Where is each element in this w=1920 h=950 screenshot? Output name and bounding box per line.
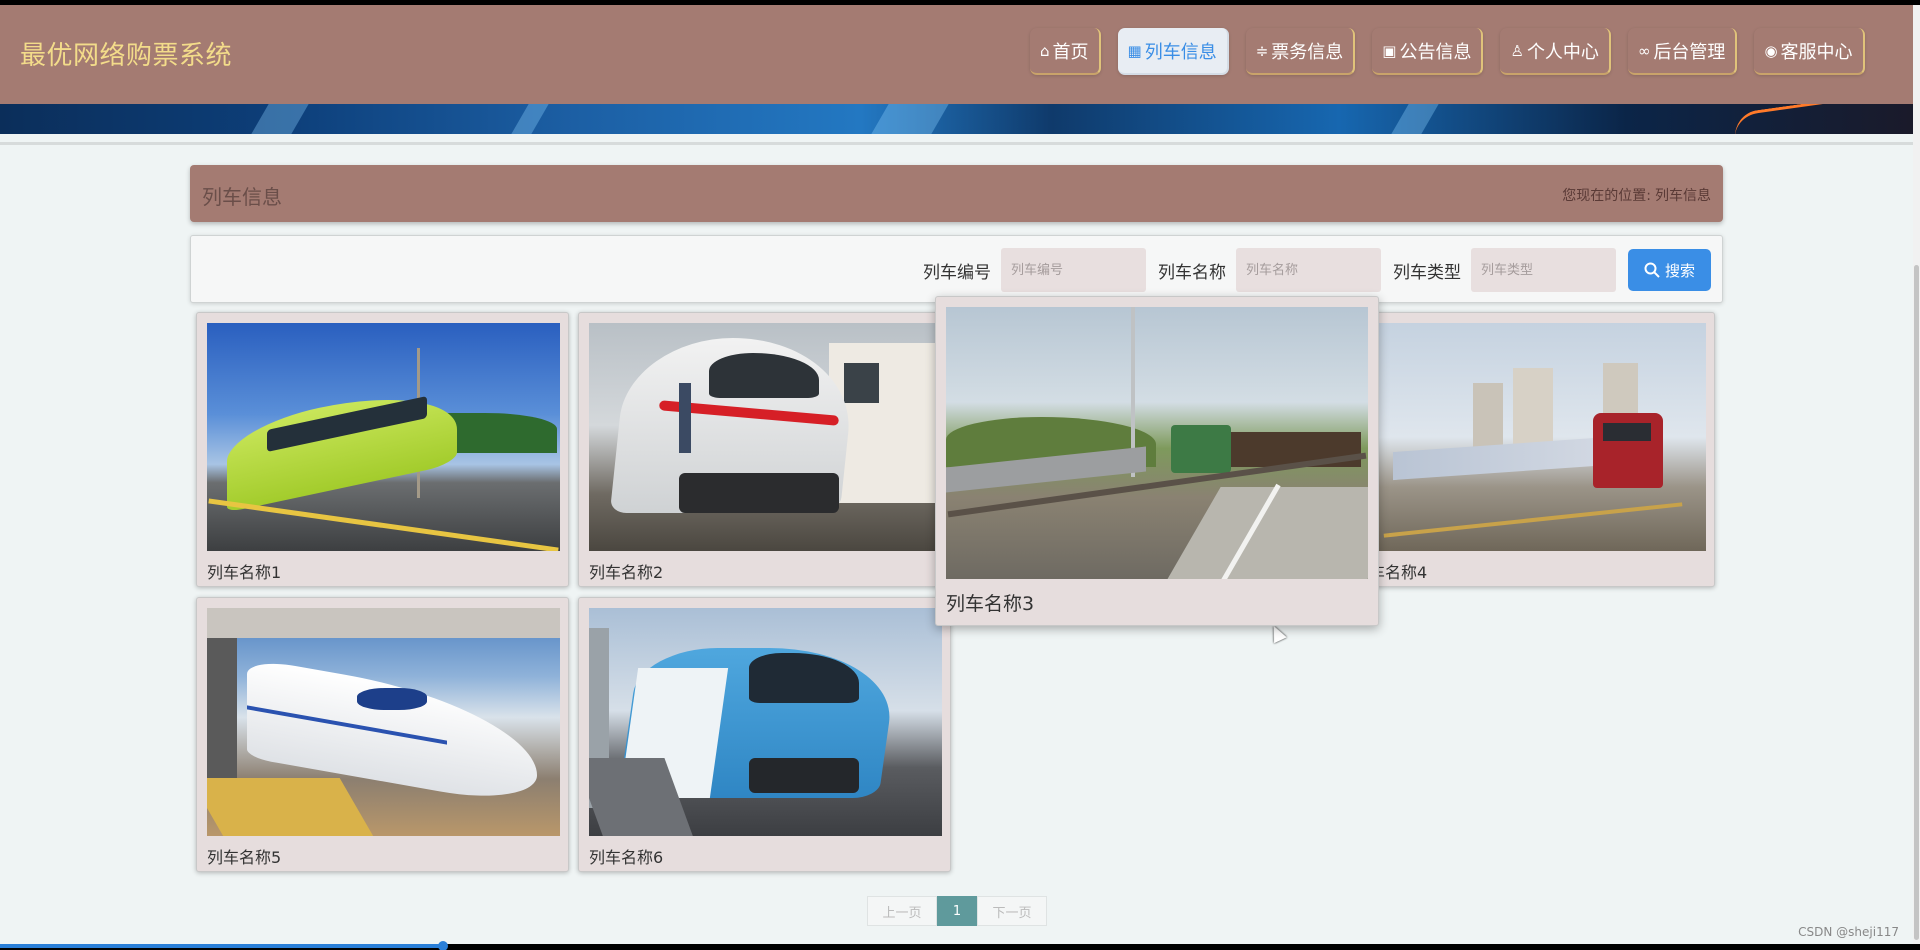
nav-home[interactable]: ⌂ 首页 bbox=[1030, 28, 1101, 75]
train-image-5[interactable] bbox=[207, 608, 560, 836]
nav-admin[interactable]: ∞ 后台管理 bbox=[1627, 28, 1738, 75]
search-row: 列车编号 列车名称 列车类型 搜索 bbox=[911, 248, 1711, 292]
train-name-6[interactable]: 列车名称6 bbox=[589, 844, 663, 868]
breadcrumb-prefix: 您现在的位置: bbox=[1562, 188, 1651, 204]
user-icon: ♙ bbox=[1510, 41, 1524, 60]
train-image-4[interactable] bbox=[1353, 323, 1706, 551]
train-type-input[interactable] bbox=[1471, 248, 1616, 292]
nav-label: 公告信息 bbox=[1399, 41, 1472, 63]
train-name-input[interactable] bbox=[1236, 248, 1381, 292]
link-icon: ∞ bbox=[1637, 41, 1651, 60]
train-name-1[interactable]: 列车名称1 bbox=[207, 559, 281, 583]
top-header: 最优网络购票系统 ⌂ 首页 ▦ 列车信息 ≑ 票务信息 ▣ 公告信息 ♙ 个人中… bbox=[0, 5, 1913, 104]
train-image-6[interactable] bbox=[589, 608, 942, 836]
search-panel: 列车编号 列车名称 列车类型 搜索 bbox=[190, 235, 1723, 303]
train-number-label: 列车编号 bbox=[923, 262, 991, 283]
main-nav: ⌂ 首页 ▦ 列车信息 ≑ 票务信息 ▣ 公告信息 ♙ 个人中心 ∞ 后台管理 bbox=[1030, 28, 1882, 75]
nav-customer-service[interactable]: ◉ 客服中心 bbox=[1754, 28, 1865, 75]
chat-icon: ◉ bbox=[1764, 41, 1778, 60]
search-button[interactable]: 搜索 bbox=[1628, 249, 1711, 291]
nav-label: 首页 bbox=[1052, 41, 1089, 63]
train-card-5[interactable]: 列车名称5 bbox=[196, 597, 569, 872]
next-page-button[interactable]: 下一页 bbox=[977, 896, 1047, 926]
page-scrollbar[interactable] bbox=[1913, 5, 1920, 945]
train-image-3[interactable] bbox=[946, 307, 1368, 579]
header-banner-image bbox=[0, 104, 1913, 134]
train-name-3[interactable]: 列车名称3 bbox=[946, 589, 1034, 616]
video-progress-bar[interactable] bbox=[0, 941, 1920, 950]
watermark: CSDN @sheji117 bbox=[1798, 925, 1899, 939]
pagination: 上一页 1 下一页 bbox=[867, 896, 1047, 926]
calendar-icon: ▣ bbox=[1382, 41, 1397, 60]
train-image-1[interactable] bbox=[207, 323, 560, 551]
nav-personal-center[interactable]: ♙ 个人中心 bbox=[1500, 28, 1611, 75]
train-card-4[interactable]: 列车名称4 bbox=[1342, 312, 1715, 587]
train-name-5[interactable]: 列车名称5 bbox=[207, 844, 281, 868]
nav-train-info[interactable]: ▦ 列车信息 bbox=[1117, 28, 1229, 75]
prev-page-button[interactable]: 上一页 bbox=[867, 896, 937, 926]
search-icon bbox=[1644, 262, 1660, 278]
sliders-icon: ≑ bbox=[1255, 41, 1269, 60]
train-image-2[interactable] bbox=[589, 323, 942, 551]
nav-label: 票务信息 bbox=[1271, 41, 1344, 63]
grid-icon: ▦ bbox=[1127, 41, 1142, 60]
train-number-input[interactable] bbox=[1001, 248, 1146, 292]
train-card-2[interactable]: 列车名称2 bbox=[578, 312, 951, 587]
train-name-label: 列车名称 bbox=[1158, 262, 1226, 283]
train-card-1[interactable]: 列车名称1 bbox=[196, 312, 569, 587]
site-title[interactable]: 最优网络购票系统 bbox=[20, 35, 232, 72]
page-viewport: 最优网络购票系统 ⌂ 首页 ▦ 列车信息 ≑ 票务信息 ▣ 公告信息 ♙ 个人中… bbox=[0, 5, 1913, 945]
breadcrumb: 您现在的位置: 列车信息 bbox=[1562, 185, 1711, 205]
train-card-3[interactable]: 列车名称3 bbox=[935, 296, 1379, 626]
nav-ticket-info[interactable]: ≑ 票务信息 bbox=[1245, 28, 1356, 75]
breadcrumb-current[interactable]: 列车信息 bbox=[1655, 185, 1711, 205]
current-page-button[interactable]: 1 bbox=[937, 896, 977, 926]
section-title: 列车信息 bbox=[202, 185, 282, 209]
nav-label: 客服中心 bbox=[1780, 41, 1853, 63]
section-title-bar: 列车信息 您现在的位置: 列车信息 bbox=[190, 165, 1723, 222]
train-name-2[interactable]: 列车名称2 bbox=[589, 559, 663, 583]
search-button-label: 搜索 bbox=[1664, 261, 1695, 280]
home-icon: ⌂ bbox=[1040, 41, 1050, 60]
nav-announcements[interactable]: ▣ 公告信息 bbox=[1372, 28, 1484, 75]
nav-label: 个人中心 bbox=[1526, 41, 1599, 63]
progress-handle[interactable] bbox=[438, 941, 448, 950]
nav-label: 列车信息 bbox=[1144, 41, 1217, 63]
train-type-label: 列车类型 bbox=[1393, 262, 1461, 283]
scrollbar-thumb[interactable] bbox=[1914, 265, 1919, 940]
header-divider bbox=[0, 142, 1913, 145]
train-card-6[interactable]: 列车名称6 bbox=[578, 597, 951, 872]
nav-label: 后台管理 bbox=[1653, 41, 1726, 63]
